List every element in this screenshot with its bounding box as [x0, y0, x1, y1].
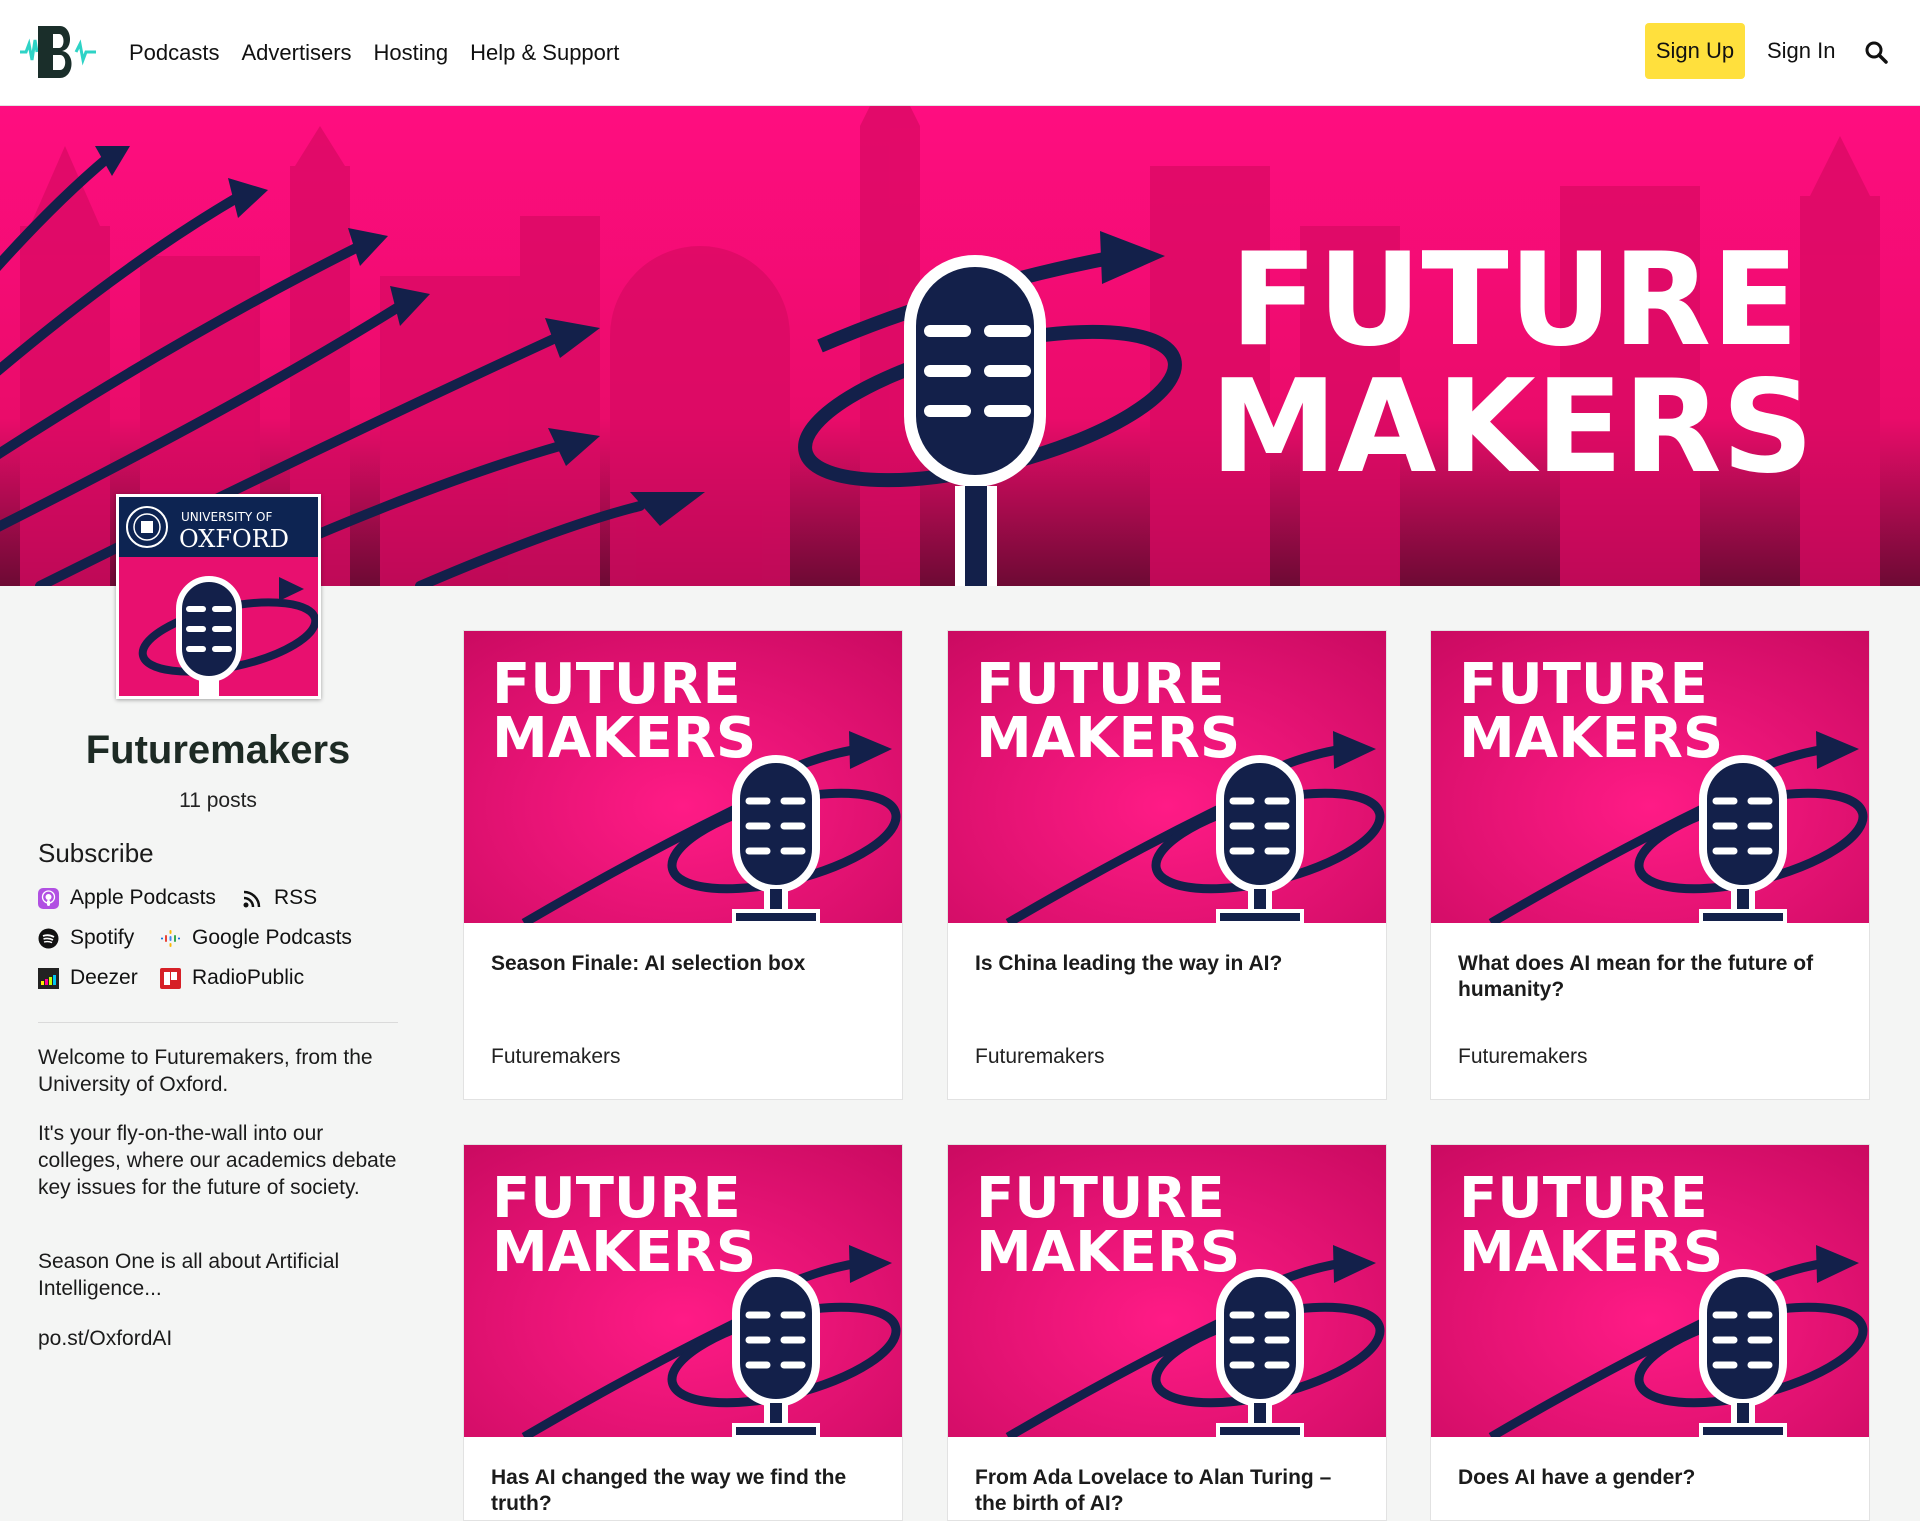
sign-up-button[interactable]: Sign Up	[1645, 23, 1745, 79]
nav-podcasts[interactable]: Podcasts	[129, 40, 220, 66]
subscribe-spotify[interactable]: Spotify	[38, 926, 134, 950]
subscribe-label: Spotify	[70, 926, 135, 949]
description-paragraph: It's your fly-on-the-wall into our colle…	[38, 1122, 397, 1199]
episode-card[interactable]: FUTURE MAKERS Is China leading the way in…	[947, 630, 1387, 1100]
sidebar-divider	[38, 1022, 398, 1023]
search-icon[interactable]	[1864, 40, 1888, 64]
svg-text:MAKERS: MAKERS	[492, 706, 756, 771]
primary-nav: Podcasts Advertisers Hosting Help & Supp…	[129, 0, 619, 106]
svg-text:MAKERS: MAKERS	[1459, 1220, 1723, 1285]
episode-title[interactable]: Does AI have a gender?	[1458, 1465, 1848, 1491]
nav-help-support[interactable]: Help & Support	[470, 40, 619, 66]
episode-artwork: FUTURE MAKERS	[948, 1145, 1386, 1437]
svg-text:MAKERS: MAKERS	[976, 706, 1240, 771]
episode-artwork: FUTURE MAKERS	[464, 631, 902, 923]
spotify-icon	[38, 928, 59, 949]
top-navbar: Podcasts Advertisers Hosting Help & Supp…	[0, 0, 1920, 106]
radiopublic-icon	[160, 967, 181, 989]
episode-title[interactable]: Season Finale: AI selection box	[491, 951, 881, 977]
subscribe-radiopublic[interactable]: RadioPublic	[160, 966, 304, 990]
subscribe-heading: Subscribe	[38, 838, 154, 868]
episode-artwork: FUTURE MAKERS	[1431, 1145, 1869, 1437]
episode-title[interactable]: Is China leading the way in AI?	[975, 951, 1365, 977]
sign-in-link[interactable]: Sign In	[1767, 23, 1836, 79]
deezer-icon	[38, 967, 59, 989]
description-paragraph: Season One is all about Artificial Intel…	[38, 1250, 340, 1300]
subscribe-apple-podcasts[interactable]: Apple Podcasts	[38, 886, 216, 910]
description-paragraph: Welcome to Futuremakers, from the Univer…	[38, 1046, 373, 1096]
svg-text:UNIVERSITY OF: UNIVERSITY OF	[181, 510, 273, 524]
apple-podcasts-icon	[38, 887, 59, 909]
episode-artwork: FUTURE MAKERS	[1431, 631, 1869, 923]
hero-title: FUTURE MAKERS	[1210, 226, 1814, 502]
nav-advertisers[interactable]: Advertisers	[242, 40, 352, 66]
episode-card[interactable]: FUTURE MAKERS From Ada Lovelace to Alan T…	[947, 1144, 1387, 1521]
svg-text:MAKERS: MAKERS	[1210, 353, 1814, 502]
show-title: Futuremakers	[85, 728, 351, 772]
episode-card[interactable]: FUTURE MAKERS Has AI changed the way we f…	[463, 1144, 903, 1521]
episode-title[interactable]: From Ada Lovelace to Alan Turing – the b…	[975, 1465, 1365, 1517]
episode-show-name: Futuremakers	[1458, 1045, 1588, 1068]
subscribe-google-podcasts[interactable]: Google Podcasts	[160, 926, 352, 950]
subscribe-label: RadioPublic	[192, 966, 305, 989]
episode-title[interactable]: What does AI mean for the future of huma…	[1458, 951, 1848, 1003]
podcast-cover-art: UNIVERSITY OF OXFORD	[116, 494, 321, 699]
podbean-b-logo[interactable]	[20, 22, 96, 82]
subscribe-label: RSS	[274, 886, 318, 909]
subscribe-label: Apple Podcasts	[70, 886, 216, 909]
episode-artwork: FUTURE MAKERS	[948, 631, 1386, 923]
subscribe-label: Deezer	[70, 966, 138, 989]
rss-icon	[242, 888, 263, 909]
svg-text:MAKERS: MAKERS	[492, 1220, 756, 1285]
episode-artwork: FUTURE MAKERS	[464, 1145, 902, 1437]
svg-text:OXFORD: OXFORD	[179, 525, 289, 553]
description-link[interactable]: po.st/OxfordAI	[38, 1325, 398, 1352]
svg-text:MAKERS: MAKERS	[1459, 706, 1723, 771]
subscribe-rss[interactable]: RSS	[242, 886, 317, 910]
episode-card[interactable]: FUTURE MAKERS Does AI have a gender?	[1430, 1144, 1870, 1521]
episode-show-name: Futuremakers	[975, 1045, 1105, 1068]
episode-show-name: Futuremakers	[491, 1045, 621, 1068]
subscribe-deezer[interactable]: Deezer	[38, 966, 138, 990]
episode-card[interactable]: FUTURE MAKERS What does AI mean for the f…	[1430, 630, 1870, 1100]
episode-title[interactable]: Has AI changed the way we find the truth…	[491, 1465, 881, 1517]
subscribe-label: Google Podcasts	[192, 926, 352, 949]
google-podcasts-icon	[160, 928, 181, 949]
post-count: 11 posts	[179, 789, 257, 812]
episode-card[interactable]: FUTURE MAKERS Season Finale: AI selection…	[463, 630, 903, 1100]
nav-hosting[interactable]: Hosting	[374, 40, 449, 66]
svg-text:MAKERS: MAKERS	[976, 1220, 1240, 1285]
